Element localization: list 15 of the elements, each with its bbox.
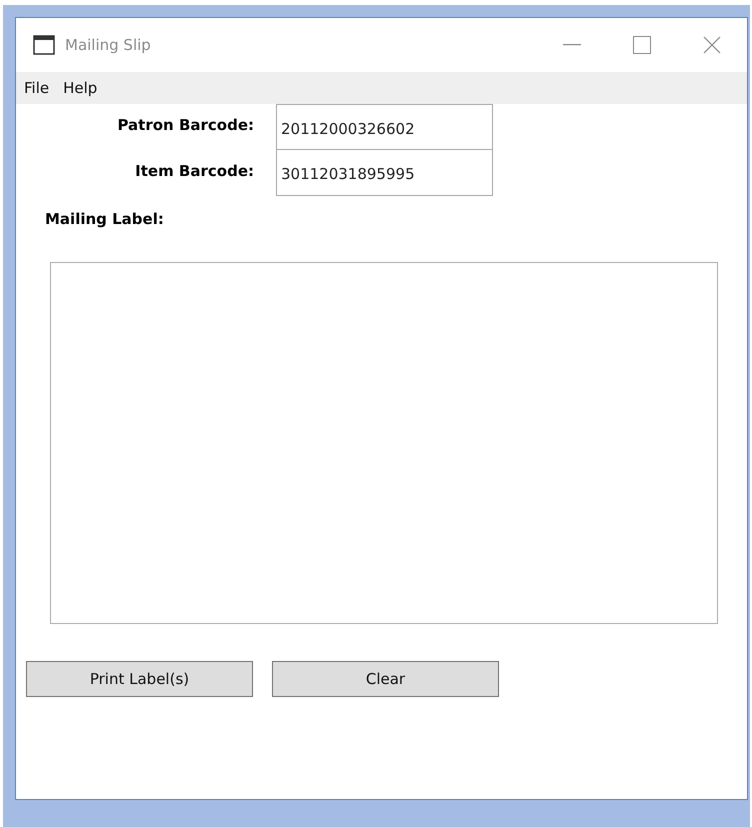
field-label: Patron Barcode:: [116, 115, 254, 136]
mailing-label-field[interactable]: [50, 262, 718, 624]
close-icon: [703, 36, 721, 54]
action-button[interactable]: Print Label(s): [26, 661, 253, 697]
barcode-field[interactable]: 30112031895995: [276, 150, 493, 196]
barcode-field[interactable]: 20112000326602: [276, 104, 493, 150]
window-title: Mailing Slip: [65, 36, 152, 54]
menu-item[interactable]: Help: [57, 79, 106, 97]
action-button[interactable]: Clear: [272, 661, 499, 697]
field-label: Item Barcode:: [134, 161, 254, 182]
minimize-icon: [563, 44, 581, 46]
mailing-label-heading: Mailing Label:: [45, 210, 165, 228]
window-icon: [33, 35, 55, 55]
menu-item[interactable]: File: [18, 79, 58, 97]
maximize-icon: [633, 36, 651, 54]
